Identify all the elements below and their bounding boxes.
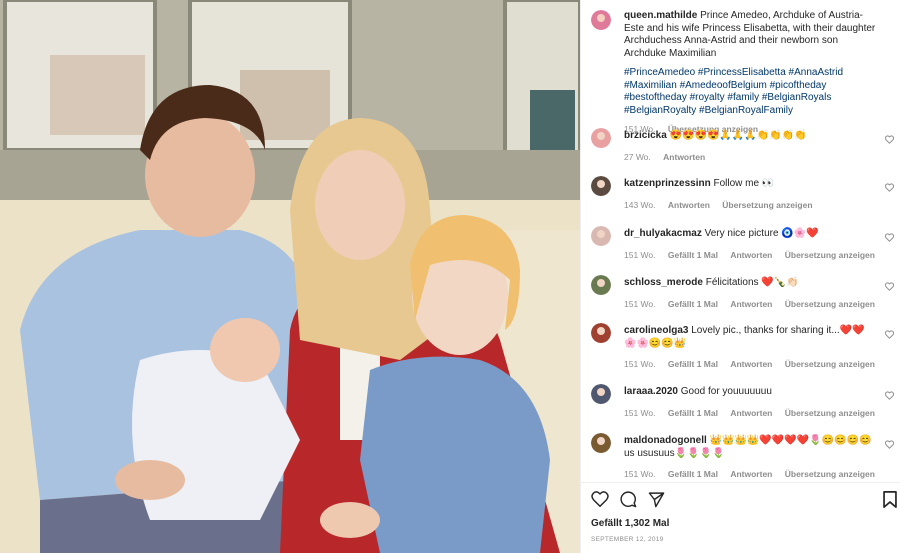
post-date: SEPTEMBER 12, 2019: [591, 536, 664, 543]
reply-link[interactable]: Antworten: [730, 469, 772, 479]
reply-link[interactable]: Antworten: [663, 152, 705, 162]
comment-text: Good for youuuuuuu: [680, 386, 772, 397]
comment-time: 151 Wo.: [624, 407, 656, 418]
comment-time: 143 Wo.: [624, 199, 656, 210]
reply-link[interactable]: Antworten: [730, 408, 772, 418]
comment-likes[interactable]: Gefällt 1 Mal: [668, 250, 718, 260]
comment-like-heart-icon[interactable]: [884, 391, 895, 400]
author-username[interactable]: queen.mathilde: [624, 10, 697, 21]
comment-icon[interactable]: [620, 491, 637, 508]
translate-link[interactable]: Übersetzung anzeigen: [785, 359, 875, 369]
commenter-username[interactable]: dr_hulyakacmaz: [624, 228, 702, 239]
comment-likes[interactable]: Gefällt 1 Mal: [668, 408, 718, 418]
comment-time: 151 Wo.: [624, 298, 656, 309]
comment-time: 151 Wo.: [624, 249, 656, 260]
comment-text: Very nice picture 🧿🌸❤️: [704, 228, 819, 239]
comment-item: maldonadogonell 👑👑👑👑❤️❤️❤️❤️🌷😊😊😊😊us usus…: [591, 433, 896, 481]
comment-text: 😍😍😍😍🙏🙏🙏👏👏👏👏: [669, 130, 807, 141]
comment-text: Félicitations ❤️🍾👏🏻: [705, 277, 799, 288]
comment-like-heart-icon[interactable]: [884, 330, 895, 339]
commenter-avatar[interactable]: [591, 128, 611, 148]
commenter-username[interactable]: brzicicka: [624, 130, 667, 141]
likes-count[interactable]: Gefällt 1,302 Mal: [591, 518, 669, 529]
commenter-username[interactable]: maldonadogonell: [624, 435, 707, 446]
author-avatar[interactable]: [591, 10, 611, 30]
comment-time: 151 Wo.: [624, 469, 656, 479]
commenter-username[interactable]: laraaa.2020: [624, 386, 678, 397]
commenter-avatar[interactable]: [591, 275, 611, 295]
comment-item: katzenprinzessinn Follow me 👀 143 Wo. An…: [591, 176, 896, 211]
translate-link[interactable]: Übersetzung anzeigen: [785, 250, 875, 260]
translate-link[interactable]: Übersetzung anzeigen: [785, 299, 875, 309]
hashtags[interactable]: #PrinceAmedeo #PrincessElisabetta #AnnaA…: [624, 67, 881, 117]
commenter-username[interactable]: katzenprinzessinn: [624, 178, 711, 189]
comment-item: brzicicka 😍😍😍😍🙏🙏🙏👏👏👏👏 27 Wo. Antworten: [591, 128, 896, 163]
comment-likes[interactable]: Gefällt 1 Mal: [668, 299, 718, 309]
comment-like-heart-icon[interactable]: [884, 282, 895, 291]
commenter-avatar[interactable]: [591, 226, 611, 246]
bookmark-icon[interactable]: [883, 491, 897, 508]
comment-text: Follow me 👀: [713, 178, 775, 189]
translate-link[interactable]: Übersetzung anzeigen: [785, 408, 875, 418]
commenter-avatar[interactable]: [591, 323, 611, 343]
commenter-avatar[interactable]: [591, 433, 611, 453]
commenter-avatar[interactable]: [591, 384, 611, 404]
comments-panel: queen.mathilde Prince Amedeo, Archduke o…: [580, 0, 900, 553]
reply-link[interactable]: Antworten: [730, 299, 772, 309]
comment-like-heart-icon[interactable]: [884, 233, 895, 242]
reply-link[interactable]: Antworten: [668, 200, 710, 210]
post-actions-bar: Gefällt 1,302 Mal SEPTEMBER 12, 2019: [581, 482, 900, 553]
reply-link[interactable]: Antworten: [730, 250, 772, 260]
post-photo[interactable]: [0, 0, 580, 553]
heart-icon[interactable]: [591, 491, 609, 508]
instagram-post-view: queen.mathilde Prince Amedeo, Archduke o…: [0, 0, 900, 553]
reply-link[interactable]: Antworten: [730, 359, 772, 369]
share-icon[interactable]: [648, 491, 665, 508]
comment-time: 151 Wo.: [624, 359, 656, 369]
comment-likes[interactable]: Gefällt 1 Mal: [668, 469, 718, 479]
translate-link[interactable]: Übersetzung anzeigen: [785, 469, 875, 479]
commenter-username[interactable]: schloss_merode: [624, 277, 703, 288]
comment-item: carolineolga3 Lovely pic., thanks for sh…: [591, 323, 896, 371]
comment-likes[interactable]: Gefällt 1 Mal: [668, 359, 718, 369]
translate-link[interactable]: Übersetzung anzeigen: [722, 200, 812, 210]
comment-item: dr_hulyakacmaz Very nice picture 🧿🌸❤️ 15…: [591, 226, 896, 261]
comment-like-heart-icon[interactable]: [884, 135, 895, 144]
post-caption: queen.mathilde Prince Amedeo, Archduke o…: [591, 10, 881, 136]
commenter-username[interactable]: carolineolga3: [624, 325, 688, 336]
commenter-avatar[interactable]: [591, 176, 611, 196]
comment-like-heart-icon[interactable]: [884, 440, 895, 449]
comment-like-heart-icon[interactable]: [884, 183, 895, 192]
comment-item: laraaa.2020 Good for youuuuuuu 151 Wo. G…: [591, 384, 896, 419]
family-photo-image: [0, 0, 580, 553]
comment-item: schloss_merode Félicitations ❤️🍾👏🏻 151 W…: [591, 275, 896, 310]
comment-time: 27 Wo.: [624, 151, 651, 162]
